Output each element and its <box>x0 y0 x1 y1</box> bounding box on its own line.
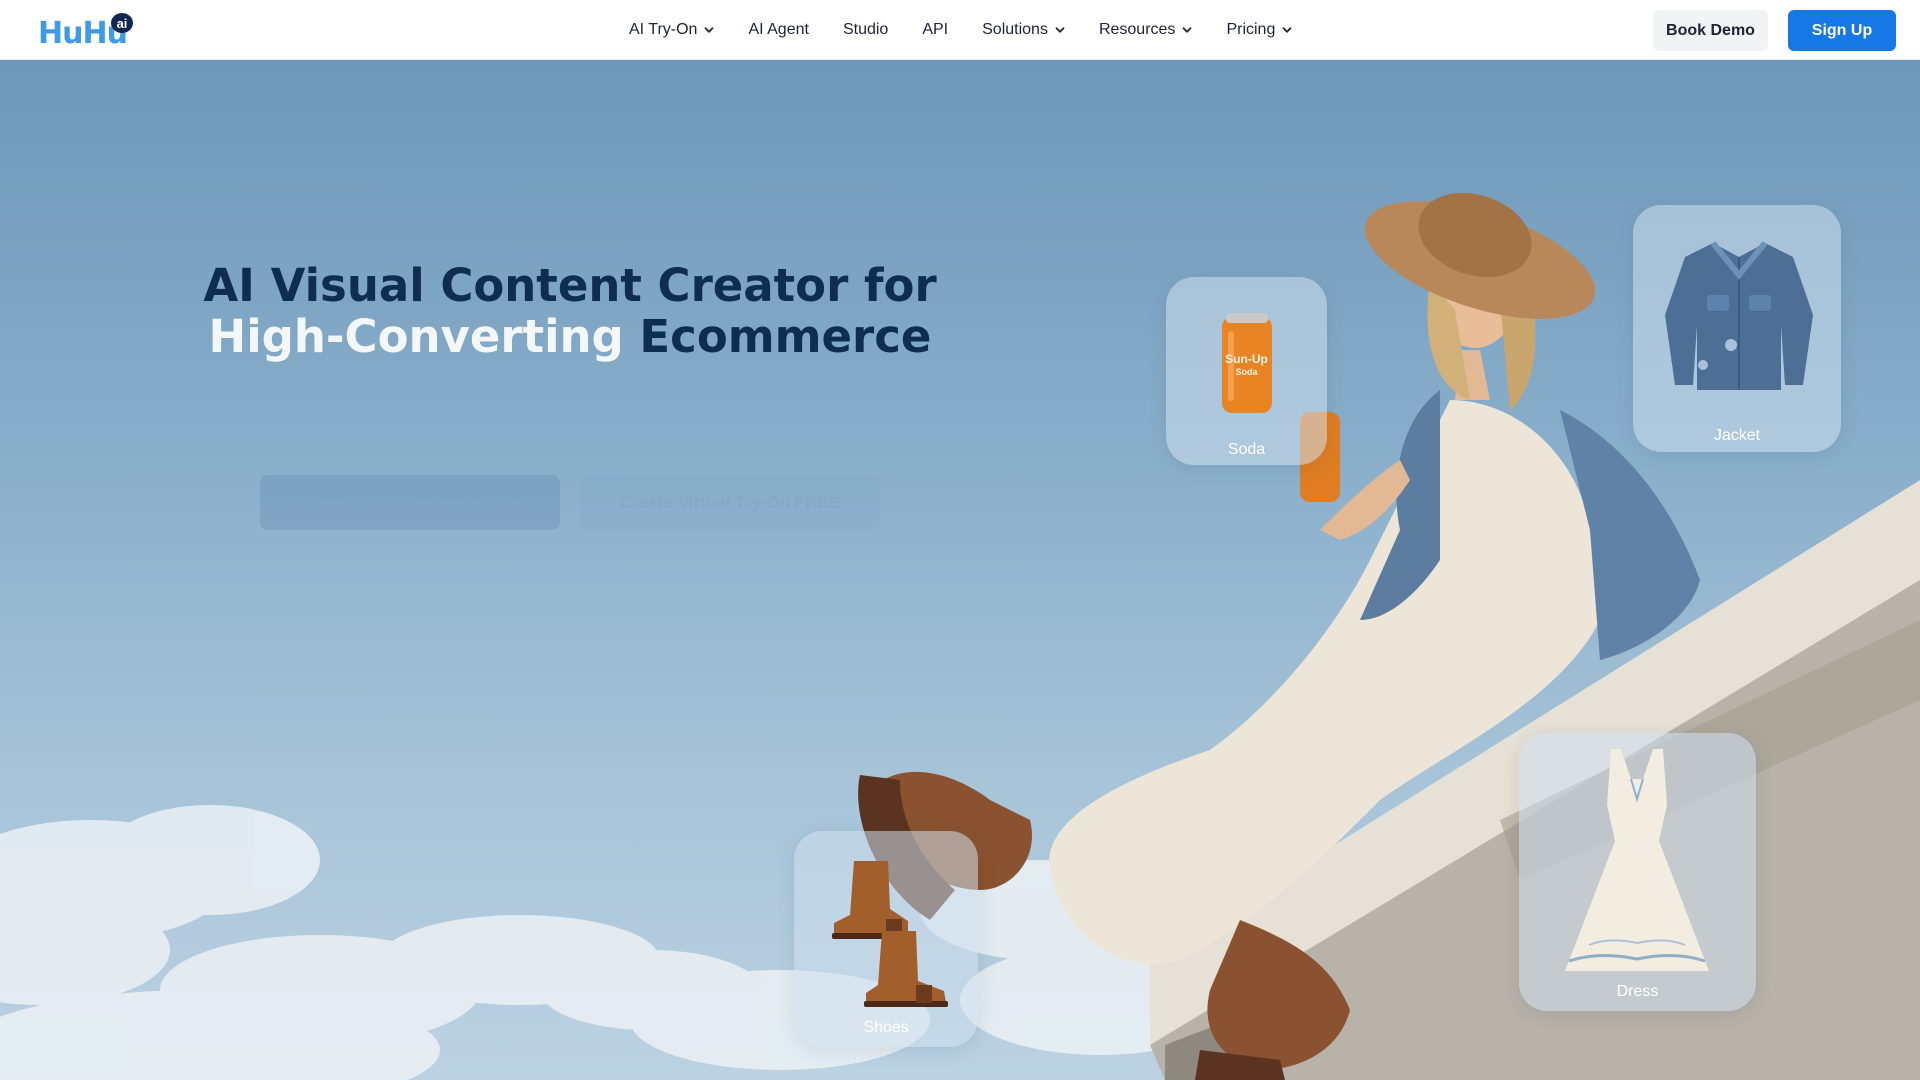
denim-jacket-icon <box>1665 241 1813 390</box>
soda-can-brand: Sun-Up <box>1225 352 1268 366</box>
menu-item-api[interactable]: API <box>922 21 948 39</box>
hero-section: AI Visual Content Creator for High-Conve… <box>0 60 1920 1080</box>
soda-can-type: Soda <box>1235 367 1258 377</box>
card-label-shoes: Shoes <box>863 1019 909 1036</box>
top-navigation: HuHu ai AI Try-On AI Agent Studio API So… <box>0 0 1920 60</box>
logo-ai-badge: ai <box>111 13 133 33</box>
card-label-soda: Soda <box>1227 441 1266 458</box>
menu-item-label: Solutions <box>982 21 1048 38</box>
chevron-down-icon <box>1282 27 1292 33</box>
menu-item-label: AI Try-On <box>629 21 698 38</box>
menu-item-resources[interactable]: Resources <box>1099 21 1192 39</box>
main-menu: AI Try-On AI Agent Studio API Solutions … <box>629 0 1326 60</box>
card-label-dress: Dress <box>1616 983 1659 1000</box>
boots-icon <box>832 861 948 1007</box>
menu-item-ai-agent[interactable]: AI Agent <box>748 21 809 39</box>
card-label-jacket: Jacket <box>1713 427 1761 444</box>
dress-icon <box>1565 749 1709 971</box>
menu-item-label: Resources <box>1098 21 1176 38</box>
headline-ecommerce: Ecommerce <box>639 310 932 363</box>
product-card-shoes[interactable]: Shoes <box>794 831 978 1047</box>
chevron-down-icon <box>1055 27 1065 33</box>
ai-agent-cta-button[interactable]: AI Agent for Ecommerce, New! <box>260 475 560 530</box>
virtual-try-on-cta-button[interactable]: Create Virtual Try-On FREE <box>580 475 880 530</box>
product-card-soda[interactable]: Sun-Up Soda Soda <box>1166 277 1327 465</box>
menu-item-label: API <box>922 21 949 38</box>
menu-item-ai-try-on[interactable]: AI Try-On <box>629 21 714 39</box>
menu-item-studio[interactable]: Studio <box>843 21 888 39</box>
menu-item-pricing[interactable]: Pricing <box>1226 21 1292 39</box>
chevron-down-icon <box>705 27 714 33</box>
menu-item-label: Pricing <box>1226 21 1276 38</box>
product-card-jacket[interactable]: Jacket <box>1633 205 1841 452</box>
chevron-down-icon <box>1183 27 1192 33</box>
menu-item-solutions[interactable]: Solutions <box>982 21 1065 39</box>
book-demo-button[interactable]: Book Demo <box>1653 10 1768 51</box>
soda-can-label: Sun-Up Soda <box>1166 353 1327 379</box>
huhu-logo[interactable]: HuHu ai <box>38 12 138 51</box>
menu-item-label: AI Agent <box>748 21 809 38</box>
headline-highlight: High-Converting <box>208 310 624 363</box>
menu-item-label: Studio <box>842 21 889 38</box>
sign-up-button[interactable]: Sign Up <box>1788 10 1896 51</box>
product-card-dress[interactable]: Dress <box>1519 733 1756 1011</box>
headline-line-2: High-Converting Ecommerce <box>200 311 940 362</box>
headline-line-1: AI Visual Content Creator for <box>203 259 937 312</box>
hero-headline: AI Visual Content Creator for High-Conve… <box>200 260 940 362</box>
